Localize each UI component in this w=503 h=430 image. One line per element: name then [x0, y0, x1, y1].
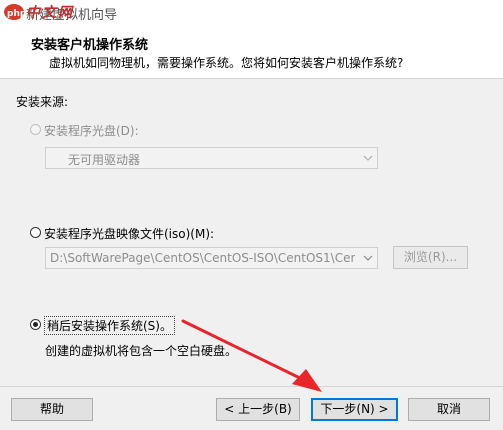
svg-text:php: php [7, 9, 27, 19]
drive-select-value: 无可用驱动器 [68, 153, 141, 167]
iso-path-value: D:\SoftWarePage\CentOS\CentOS-ISO\CentOS… [50, 251, 355, 265]
iso-path-select[interactable]: D:\SoftWarePage\CentOS\CentOS-ISO\CentOS… [45, 247, 378, 269]
install-later-description: 创建的虚拟机将包含一个空白硬盘。 [45, 344, 238, 358]
php-logo-icon: php 中 文 网 [4, 4, 74, 21]
drive-select[interactable]: 无可用驱动器 [45, 147, 378, 169]
page-title: 安装客户机操作系统 [31, 38, 149, 53]
back-button[interactable]: < 上一步(B) [216, 398, 300, 421]
page-subtitle: 虚拟机如同物理机，需要操作系统。您将如何安装客户机操作系统? [49, 56, 404, 70]
chevron-down-icon [363, 155, 373, 161]
install-source-label: 安装来源: [16, 95, 69, 109]
chevron-down-icon [363, 255, 373, 261]
title-bar: 新建虚拟机向导 php 中 文 网 [0, 0, 503, 26]
footer-divider [0, 386, 503, 387]
svg-text:中: 中 [26, 4, 42, 21]
wizard-content: 安装来源: 安装程序光盘(D): 无可用驱动器 安装程序光盘映像文件(iso)(… [0, 79, 503, 385]
next-button[interactable]: 下一步(N) > [311, 398, 398, 421]
browse-button[interactable]: 浏览(R)... [393, 246, 468, 269]
installer-iso-label: 安装程序光盘映像文件(iso)(M): [44, 227, 215, 241]
new-vm-wizard-window: 新建虚拟机向导 php 中 文 网 安装客户机操作系统 虚拟机如同物理机，需要操… [0, 0, 503, 430]
radio-installer-disc[interactable] [30, 124, 41, 135]
radio-installer-iso[interactable] [30, 227, 41, 238]
svg-text:网: 网 [58, 5, 74, 21]
installer-disc-label: 安装程序光盘(D): [44, 124, 139, 138]
install-later-label: 稍后安装操作系统(S)。 [44, 316, 175, 335]
cancel-button[interactable]: 取消 [408, 398, 490, 421]
radio-install-later[interactable] [30, 319, 41, 330]
help-button[interactable]: 帮助 [11, 398, 93, 421]
wizard-header: 安装客户机操作系统 虚拟机如同物理机，需要操作系统。您将如何安装客户机操作系统? [0, 26, 503, 79]
svg-text:文: 文 [42, 4, 59, 21]
